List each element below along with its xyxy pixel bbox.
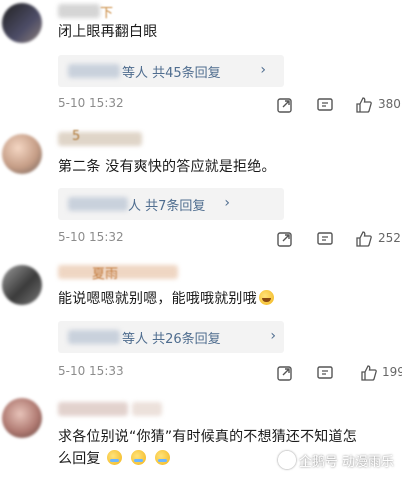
comment-meta: 5-10 15:32 252: [58, 230, 402, 250]
chevron-right-icon: ›: [224, 195, 230, 211]
reply-count: 等人 共45条回复: [122, 66, 221, 81]
username[interactable]: [58, 132, 142, 146]
reply-summary[interactable]: 人 共7条回复 ›: [58, 188, 284, 220]
reply-count: 等人 共26条回复: [122, 332, 221, 347]
avatar[interactable]: [2, 134, 42, 174]
avatar[interactable]: [2, 398, 42, 438]
penguin-logo-icon: [277, 451, 296, 469]
share-icon[interactable]: [276, 364, 294, 382]
comment-icon[interactable]: [316, 230, 334, 248]
thumbs-up-icon[interactable]: [355, 96, 373, 114]
share-icon[interactable]: [276, 230, 294, 248]
comment-item: 夏雨 能说嗯嗯就别嗯，能哦哦就别哦 等人 共26条回复 › 5-10 15:33…: [0, 255, 402, 385]
reply-summary[interactable]: 等人 共45条回复 ›: [58, 55, 284, 87]
timestamp: 5-10 15:32: [58, 230, 124, 244]
like-count: 380: [378, 97, 401, 111]
reply-usernames: [68, 64, 120, 78]
comment-meta: 5-10 15:33 199: [58, 364, 402, 384]
username[interactable]: [58, 402, 128, 416]
chevron-right-icon: ›: [270, 328, 276, 344]
reply-usernames: [68, 330, 120, 344]
comment-text-content: 么回复: [58, 451, 101, 467]
comment-text: 闭上眼再翻白眼: [58, 24, 158, 40]
crying-emoji-icon: [130, 450, 146, 465]
reply-usernames: [68, 197, 128, 211]
crying-emoji-icon: [154, 450, 170, 465]
comment-item: 5 第二条 没有爽快的答应就是拒绝。 人 共7条回复 › 5-10 15:32 …: [0, 120, 402, 248]
avatar[interactable]: [2, 265, 42, 305]
username-blur: [132, 402, 162, 416]
username-tail: 5: [72, 129, 81, 144]
username-tail: 夏雨: [92, 267, 119, 282]
share-icon[interactable]: [276, 96, 294, 114]
like-count: 199: [382, 365, 402, 379]
reply-count: 人 共7条回复: [128, 199, 206, 214]
comment-text: 第二条 没有爽快的答应就是拒绝。: [58, 159, 276, 175]
username[interactable]: [58, 4, 100, 18]
comment-text-content: 能说嗯嗯就别嗯，能哦哦就别哦: [58, 291, 257, 307]
comment-text: 能说嗯嗯就别嗯，能哦哦就别哦: [58, 288, 394, 311]
crying-emoji-icon: [107, 450, 123, 465]
like-count: 252: [378, 231, 401, 245]
laughing-emoji-icon: [258, 290, 274, 305]
thumbs-up-icon[interactable]: [360, 364, 378, 382]
watermark-text: 企鹅号 动漫雨乐: [298, 455, 394, 470]
chevron-right-icon: ›: [260, 62, 266, 78]
timestamp: 5-10 15:33: [58, 364, 124, 378]
comment-item: 下 闭上眼再翻白眼 等人 共45条回复 › 5-10 15:32 380: [0, 0, 402, 120]
timestamp: 5-10 15:32: [58, 96, 124, 110]
username-tail: 下: [100, 6, 114, 21]
thumbs-up-icon[interactable]: [355, 230, 373, 248]
reply-summary[interactable]: 等人 共26条回复 ›: [58, 321, 284, 353]
watermark: 企鹅号 动漫雨乐: [277, 451, 394, 470]
comment-icon[interactable]: [316, 364, 334, 382]
comment-meta: 5-10 15:32 380: [58, 96, 402, 116]
comment-text-line: 求各位别说“你猜”有时候真的不想猜还不知道怎: [58, 429, 357, 445]
avatar[interactable]: [2, 3, 42, 43]
comment-icon[interactable]: [316, 96, 334, 114]
